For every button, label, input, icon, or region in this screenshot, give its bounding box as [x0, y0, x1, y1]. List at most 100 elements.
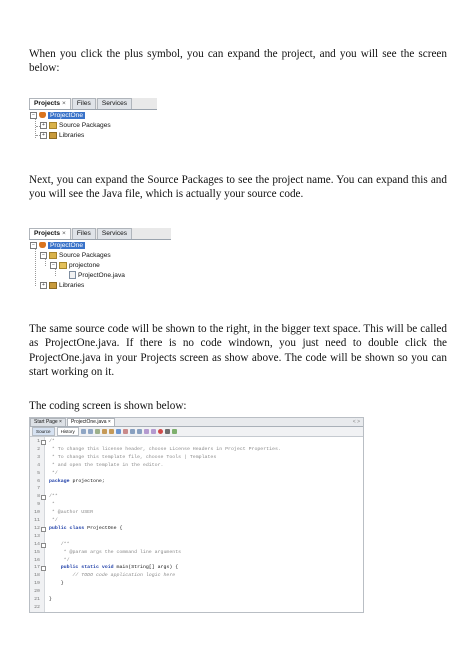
- tree-item-libraries[interactable]: + Libraries: [40, 281, 84, 290]
- code-line: }: [49, 581, 64, 587]
- line-number: 9: [37, 502, 40, 508]
- line-number: 15: [34, 549, 40, 555]
- code-line: }: [49, 597, 52, 602]
- panel-tabs: Projects × Files Services: [29, 228, 171, 240]
- paragraph-coding-screen: The coding screen is shown below:: [29, 400, 187, 412]
- code-line: */: [49, 518, 58, 523]
- projects-panel-collapsed: Projects × Files Services − ProjectOne + So…: [29, 98, 157, 146]
- line-number: 7: [37, 486, 40, 492]
- line-number: 18: [34, 573, 40, 579]
- paragraph-expand-source: Next, you can expand the Source Packages…: [29, 174, 447, 201]
- fold-toggle-icon[interactable]: [41, 526, 46, 532]
- bookmark-icon[interactable]: [122, 429, 128, 434]
- project-icon: [39, 112, 46, 119]
- expand-icon[interactable]: +: [40, 121, 47, 129]
- code-line: *: [49, 502, 55, 508]
- panel-tabs: Projects × Files Services: [29, 98, 157, 110]
- comment-icon[interactable]: [143, 429, 149, 434]
- find-previous-icon[interactable]: [101, 429, 107, 434]
- history-button[interactable]: History: [56, 427, 79, 436]
- projects-panel-expanded: Projects × Files Services − ProjectOne − So…: [29, 228, 171, 294]
- collapse-icon[interactable]: −: [30, 241, 37, 249]
- tab-services[interactable]: Services: [96, 228, 133, 239]
- line-number: 5: [37, 470, 40, 476]
- search-icon[interactable]: [94, 429, 100, 434]
- tree-item-java-file[interactable]: ProjectOne.java: [67, 271, 125, 280]
- code-line: * and open the template in the editor.: [49, 462, 164, 468]
- tab-start-page[interactable]: Start Page ×: [30, 418, 66, 426]
- source-button[interactable]: Source: [32, 427, 55, 436]
- uncomment-icon[interactable]: [150, 429, 156, 434]
- code-line: * To change this license header, choose …: [49, 446, 281, 452]
- package-icon: [59, 261, 67, 269]
- stop-macro-icon[interactable]: [164, 429, 170, 434]
- line-number: 4: [37, 462, 40, 468]
- tree-item-libraries[interactable]: + Libraries: [40, 131, 84, 140]
- code-line: */: [49, 557, 70, 563]
- collapse-icon[interactable]: −: [40, 251, 47, 259]
- record-macro-icon[interactable]: [157, 429, 163, 434]
- code-line: /**: [49, 494, 58, 500]
- line-number: 20: [34, 589, 40, 595]
- tab-files[interactable]: Files: [71, 98, 96, 109]
- tab-scroll-arrows-icon[interactable]: < >: [353, 418, 360, 426]
- close-icon[interactable]: ×: [62, 100, 66, 107]
- editor-toolbar: Source History: [30, 427, 363, 437]
- line-number: 16: [34, 557, 40, 563]
- line-number: 17: [34, 565, 40, 571]
- code-line: public class ProjectOne {: [49, 525, 123, 531]
- java-file-icon: [69, 271, 76, 280]
- line-number: 13: [34, 533, 40, 539]
- shift-left-icon[interactable]: [129, 429, 135, 434]
- tab-projects[interactable]: Projects ×: [29, 98, 71, 109]
- line-number: 22: [34, 604, 40, 610]
- chart-icon[interactable]: [171, 429, 177, 434]
- code-line: /**: [49, 541, 70, 547]
- editor-tabs: Start Page × ProjectOne.java × < >: [30, 418, 363, 427]
- code-line: // TODO code application logic here: [49, 573, 176, 579]
- tree-item-source-packages[interactable]: + Source Packages: [40, 121, 111, 130]
- tab-projectone-java[interactable]: ProjectOne.java ×: [66, 418, 115, 426]
- line-number: 6: [37, 478, 40, 484]
- forward-icon[interactable]: [87, 429, 93, 434]
- libraries-icon: [49, 131, 57, 139]
- tree-item-source-packages[interactable]: − Source Packages: [40, 251, 111, 260]
- fold-toggle-icon[interactable]: [41, 566, 46, 572]
- expand-icon[interactable]: +: [40, 131, 47, 139]
- tab-services[interactable]: Services: [96, 98, 133, 109]
- fold-toggle-icon[interactable]: [41, 495, 46, 501]
- line-number: 2: [37, 446, 40, 452]
- line-number: 14: [34, 541, 40, 547]
- close-icon[interactable]: ×: [62, 230, 66, 237]
- code-line: * @author USER: [49, 510, 94, 516]
- code-area[interactable]: 1 /* 2 * To change this license header, ch…: [30, 437, 363, 612]
- code-line: */: [49, 470, 58, 476]
- line-number: 11: [34, 518, 40, 523]
- tab-projects[interactable]: Projects ×: [29, 228, 71, 239]
- code-line: /*: [49, 439, 55, 444]
- fold-toggle-icon[interactable]: [41, 440, 46, 445]
- tree-item-package-projectone[interactable]: − projectone: [50, 261, 100, 270]
- fold-toggle-icon[interactable]: [41, 542, 46, 548]
- tree-item-projectone[interactable]: − ProjectOne: [30, 241, 85, 250]
- line-number: 1: [37, 439, 40, 444]
- code-line: * @param args the command line arguments: [49, 549, 182, 555]
- toggle-highlight-icon[interactable]: [115, 429, 121, 434]
- collapse-icon[interactable]: −: [50, 261, 57, 269]
- tab-files[interactable]: Files: [71, 228, 96, 239]
- back-icon[interactable]: [80, 429, 86, 434]
- code-line: public static void main(String[] args) {: [60, 565, 179, 571]
- code-line: * To change this template file, choose T…: [49, 454, 217, 460]
- package-folder-icon: [49, 251, 57, 259]
- paragraph-expand-project: When you click the plus symbol, you can …: [29, 48, 447, 75]
- find-next-icon[interactable]: [108, 429, 114, 434]
- code-line: package projectone;: [49, 478, 105, 484]
- expand-icon[interactable]: +: [40, 281, 47, 289]
- package-folder-icon: [49, 121, 57, 129]
- shift-right-icon[interactable]: [136, 429, 142, 434]
- tree-item-projectone[interactable]: − ProjectOne: [30, 111, 85, 120]
- line-number: 3: [37, 454, 40, 460]
- line-number: 8: [37, 494, 40, 500]
- line-number: 10: [34, 510, 40, 516]
- collapse-icon[interactable]: −: [30, 111, 37, 119]
